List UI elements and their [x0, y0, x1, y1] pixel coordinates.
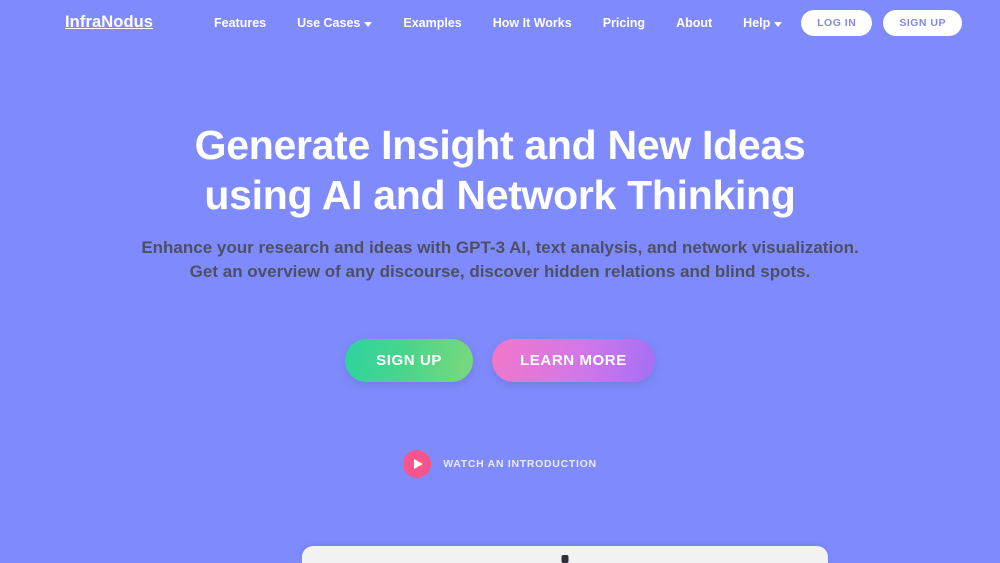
- nav-item-pricing[interactable]: Pricing: [603, 15, 645, 32]
- nav-item-examples[interactable]: Examples: [403, 15, 461, 32]
- play-triangle-glyph: [414, 459, 424, 469]
- nav-item-features[interactable]: Features: [214, 15, 266, 32]
- nav-item-label: Help: [743, 16, 771, 30]
- site-header: InfraNodus Features Use Cases Examples H…: [0, 0, 1000, 48]
- header-actions: LOG IN SIGN UP: [801, 10, 962, 36]
- learn-more-button[interactable]: LEARN MORE: [492, 339, 655, 382]
- hero-subtitle-line-2: Get an overview of any discourse, discov…: [189, 262, 811, 281]
- chevron-down-icon: [364, 22, 373, 27]
- brand-logo[interactable]: InfraNodus: [65, 13, 153, 32]
- watch-introduction-label: WATCH AN INTRODUCTION: [443, 458, 597, 470]
- nav-item-label: Examples: [403, 16, 462, 30]
- hero-subtitle: Enhance your research and ideas with GPT…: [0, 236, 1000, 284]
- nav-item-about[interactable]: About: [676, 15, 712, 32]
- play-icon[interactable]: [403, 450, 432, 478]
- hero-subtitle-line-1: Enhance your research and ideas with GPT…: [141, 238, 859, 257]
- app-preview-card[interactable]: [302, 546, 828, 563]
- nav-item-label: Use Cases: [297, 16, 361, 30]
- header-sign-up-button[interactable]: SIGN UP: [883, 10, 962, 36]
- nav-item-label: How It Works: [492, 16, 572, 30]
- nav-item-how-it-works[interactable]: How It Works: [493, 15, 572, 32]
- main-nav: Features Use Cases Examples How It Works…: [214, 15, 783, 32]
- chevron-down-icon: [774, 22, 783, 27]
- page-title-line-1: Generate Insight and New Ideas: [194, 122, 806, 168]
- nav-item-help[interactable]: Help: [743, 15, 783, 32]
- watch-introduction-link[interactable]: WATCH AN INTRODUCTION: [0, 450, 1000, 478]
- nav-item-label: About: [676, 16, 713, 30]
- nav-item-label: Features: [214, 16, 267, 30]
- page-title: Generate Insight and New Ideas using AI …: [0, 120, 1000, 220]
- hero-sign-up-button[interactable]: SIGN UP: [345, 339, 474, 382]
- log-in-button[interactable]: LOG IN: [801, 10, 873, 36]
- nav-item-use-cases[interactable]: Use Cases: [297, 15, 373, 32]
- cta-row: SIGN UP LEARN MORE: [0, 339, 1000, 382]
- page-title-line-2: using AI and Network Thinking: [204, 172, 796, 218]
- nav-item-label: Pricing: [602, 16, 646, 30]
- card-marker-icon: [561, 555, 569, 563]
